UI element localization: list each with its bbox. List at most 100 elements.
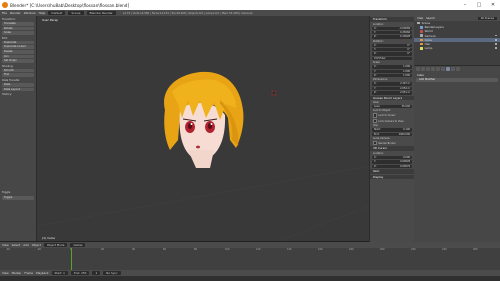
- set-origin-button[interactable]: Set Origin: [2, 59, 34, 63]
- close-button[interactable]: ✕: [486, 2, 500, 8]
- rotation-x-field[interactable]: X: 0°: [372, 43, 412, 48]
- menu-help[interactable]: Help: [39, 11, 46, 15]
- join-button[interactable]: Join: [2, 54, 34, 59]
- layers-tab-icon[interactable]: [421, 67, 425, 71]
- clip-label: Clip:: [373, 124, 379, 128]
- outliner-view-menu[interactable]: View: [417, 17, 423, 20]
- rotation-z-field[interactable]: Z: 0°: [372, 52, 412, 56]
- material-tab-icon[interactable]: [456, 67, 460, 71]
- rotation-label: Rotation:: [373, 39, 384, 43]
- select-menu[interactable]: Select: [12, 243, 21, 247]
- outliner-search-menu[interactable]: Search: [426, 17, 435, 20]
- window-title: Blender* [C:\Users\hu8ab\Desktop\flossan…: [10, 2, 130, 8]
- visibility-eye-icon[interactable]: [494, 47, 497, 50]
- n-transform-header[interactable]: Transform: [370, 17, 414, 22]
- clip-end-field[interactable]: End: 1000.000: [372, 132, 412, 137]
- lens-label: View: [373, 101, 379, 105]
- rotation-mode-select[interactable]: XYZ Euler: [372, 56, 412, 61]
- 3d-viewport[interactable]: [37, 16, 369, 242]
- add-modifier-button[interactable]: Add Modifier: [416, 78, 498, 82]
- dimensions-x-field[interactable]: X: 2.307 m: [372, 82, 412, 86]
- clip-start-field[interactable]: Start: 0.100: [372, 128, 412, 132]
- object-menu[interactable]: Object: [32, 243, 41, 247]
- cursor-y-field[interactable]: Y: 0.00028: [372, 160, 412, 164]
- sync-select[interactable]: No Sync: [103, 271, 121, 275]
- minimize-button[interactable]: –: [458, 2, 472, 8]
- object-tab-icon[interactable]: [436, 67, 440, 71]
- start-frame-field[interactable]: Start: 1: [51, 271, 68, 275]
- menu-render[interactable]: Render: [10, 11, 21, 15]
- maximize-button[interactable]: □: [472, 2, 486, 8]
- lock-cursor-checkbox[interactable]: Lock to Cursor: [373, 113, 411, 118]
- visibility-eye-icon[interactable]: [494, 43, 497, 45]
- pivot-select[interactable]: Global: [70, 243, 86, 247]
- grease-pencil-header[interactable]: Grease Pencil Layers: [370, 95, 414, 101]
- toggle-select[interactable]: Toggle: [2, 196, 34, 200]
- lens-field[interactable]: Lens: 35.000: [372, 105, 412, 109]
- visibility-eye-icon[interactable]: [494, 39, 497, 41]
- flat-button[interactable]: Flat: [2, 73, 34, 77]
- layout-select[interactable]: Default: [48, 11, 66, 15]
- scale-z-field[interactable]: Z: 1.000: [372, 74, 412, 78]
- dimensions-z-field[interactable]: Z: 2.051 m: [372, 91, 412, 95]
- dimensions-y-field[interactable]: Y: 2.054 m: [372, 86, 412, 91]
- scale-button[interactable]: Scale: [2, 31, 34, 35]
- data-transfer-header: Data Transfer:: [2, 78, 21, 82]
- timeline-marker-menu[interactable]: Marker: [12, 271, 22, 275]
- location-z-field[interactable]: Z: 0.13628: [372, 35, 412, 39]
- translate-button[interactable]: Translate: [2, 22, 34, 26]
- end-frame-field[interactable]: End: 250: [70, 271, 90, 275]
- lock-camera-checkbox[interactable]: Lock Camera to View: [373, 118, 411, 124]
- character-head-model[interactable]: [164, 71, 244, 168]
- modifier-tab-icon[interactable]: [446, 67, 450, 71]
- item-header[interactable]: Item: [370, 169, 414, 174]
- add-menu[interactable]: Add: [23, 243, 28, 247]
- scene-tab-icon[interactable]: [426, 67, 430, 71]
- render-layers-icon: [420, 25, 423, 29]
- menu-file[interactable]: File: [2, 11, 7, 15]
- current-frame-field[interactable]: 1: [92, 271, 101, 275]
- blender-logo-icon: [2, 2, 8, 8]
- menu-window[interactable]: Window: [24, 11, 36, 15]
- data-button[interactable]: Data: [2, 82, 34, 87]
- cursor-z-field[interactable]: Z: 0.00079: [372, 164, 412, 169]
- cursor-header[interactable]: 3D Cursor: [370, 146, 414, 151]
- data-layout-button[interactable]: Data Layout: [2, 87, 34, 92]
- rotation-y-field[interactable]: Y: 0°: [372, 48, 412, 52]
- current-frame-playhead[interactable]: [71, 248, 72, 270]
- constraints-tab-icon[interactable]: [441, 67, 445, 71]
- properties-tabs: [414, 66, 500, 73]
- location-x-field[interactable]: X: -0.00089: [372, 26, 412, 30]
- smooth-button[interactable]: Smooth: [2, 68, 34, 73]
- lamp-icon: [420, 46, 423, 50]
- render-border-checkbox[interactable]: Render Border: [373, 141, 411, 146]
- timeline-frame-menu[interactable]: Frame: [24, 271, 33, 275]
- frame-ruler: -40 -20 0 20 40 60 80 100 120 140 160 18…: [6, 248, 478, 251]
- visibility-eye-icon[interactable]: [494, 34, 497, 37]
- location-y-field[interactable]: Y: 0.25066: [372, 30, 412, 35]
- scale-x-field[interactable]: X: 1.000: [372, 65, 412, 69]
- scale-y-field[interactable]: Y: 1.000: [372, 69, 412, 74]
- toggle-label: Toggle: [2, 191, 11, 194]
- outliner-row[interactable]: Lamp: [414, 46, 500, 50]
- delete-button[interactable]: Delete: [2, 49, 34, 54]
- duplicate-button[interactable]: Duplicate: [2, 40, 34, 45]
- duplicate-linked-button[interactable]: Duplicate Linked: [2, 45, 34, 49]
- timeline-view-menu[interactable]: View: [2, 271, 9, 275]
- timeline-playback-menu[interactable]: Playback: [36, 271, 48, 275]
- display-header[interactable]: Display: [370, 174, 414, 180]
- viewport-canvas: [37, 71, 369, 242]
- outliner-display-select[interactable]: All Scenes: [477, 17, 497, 20]
- local-camera-label: Local Camera:: [373, 137, 391, 141]
- rotate-button[interactable]: Rotate: [2, 26, 34, 31]
- scene-select[interactable]: Scene: [68, 11, 84, 15]
- world-tab-icon[interactable]: [431, 67, 435, 71]
- mode-select[interactable]: Object Mode: [43, 243, 68, 247]
- view-menu[interactable]: View: [2, 243, 9, 247]
- timeline-area[interactable]: -40 -20 0 20 40 60 80 100 120 140 160 18…: [0, 248, 500, 270]
- cursor-x-field[interactable]: X: 0.000: [372, 155, 412, 160]
- title-bar: Blender* [C:\Users\hu8ab\Desktop\flossan…: [0, 0, 500, 10]
- render-engine-select[interactable]: Blender Render: [86, 11, 116, 15]
- data-tab-icon[interactable]: [451, 67, 455, 71]
- render-tab-icon[interactable]: [416, 67, 420, 71]
